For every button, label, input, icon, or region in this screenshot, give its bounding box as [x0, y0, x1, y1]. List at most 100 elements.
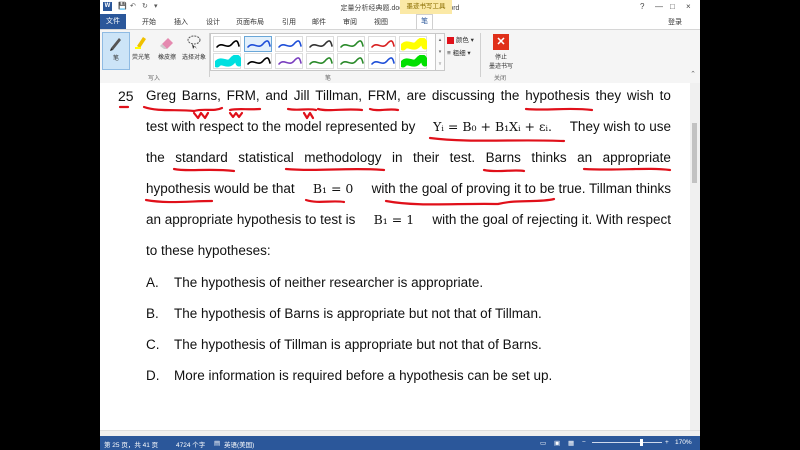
stem-word: their: [412, 150, 440, 165]
stem-word: standard: [175, 150, 228, 165]
print-layout-icon[interactable]: ▣: [554, 439, 560, 447]
stem-line-4-text-a: hypothesis would be that: [146, 181, 295, 196]
regression-equation: Yᵢ = B₀ + B₁Xᵢ + εᵢ.: [433, 119, 552, 134]
select-objects-button[interactable]: 选择对象: [180, 32, 208, 68]
stem-word: FRM,: [367, 88, 401, 103]
tab-review[interactable]: 审阅: [343, 17, 357, 27]
pen-preset[interactable]: [368, 53, 396, 69]
document-page[interactable]: 25 Greg Barns, FRM, and Jill Tillman, FRM, are d…: [118, 83, 690, 430]
stem-word: Tillman,: [315, 88, 362, 103]
help-icon[interactable]: ?: [640, 2, 644, 11]
zoom-out-icon[interactable]: −: [582, 439, 586, 446]
pen-preset[interactable]: [306, 53, 334, 69]
minimize-icon[interactable]: —: [655, 2, 663, 11]
vertical-ruler: [100, 83, 119, 430]
pen-preset[interactable]: [399, 36, 427, 52]
null-hypothesis-tillman: B₁ = 1: [373, 212, 415, 227]
tab-home[interactable]: 开始: [142, 17, 156, 27]
stem-word: hypothesis: [525, 88, 590, 103]
color-dropdown[interactable]: 颜色 ▾: [447, 34, 474, 44]
stem-word: the: [500, 88, 520, 103]
tab-design[interactable]: 设计: [206, 17, 220, 27]
stem-line-4-text-b: with the goal of proving it to be true. …: [371, 181, 671, 196]
ink-stroke: [286, 107, 318, 112]
pen-preset[interactable]: [275, 36, 303, 52]
web-layout-icon[interactable]: ▦: [568, 439, 574, 447]
maximize-icon[interactable]: □: [670, 2, 675, 11]
proofing-icon[interactable]: ▤: [214, 439, 220, 447]
stem-word: are: [406, 88, 427, 103]
group-label-close: 关闭: [494, 76, 507, 82]
close-icon[interactable]: ×: [686, 2, 691, 11]
option-letter: B.: [146, 306, 159, 321]
pen-preset[interactable]: [337, 53, 365, 69]
group-label-write: 写入: [148, 76, 161, 82]
zoom-in-icon[interactable]: +: [665, 439, 669, 446]
pen-preset[interactable]: [306, 36, 334, 52]
option-text: The hypothesis of Barns is appropriate b…: [174, 306, 542, 321]
login-link[interactable]: 登录: [668, 17, 682, 27]
ink-stroke: [304, 198, 346, 204]
option-a[interactable]: A. The hypothesis of neither researcher i…: [146, 273, 483, 293]
pen-preset[interactable]: [213, 36, 241, 52]
tab-layout[interactable]: 页面布局: [236, 17, 264, 27]
zoom-slider-thumb[interactable]: [640, 439, 643, 446]
pen-preset[interactable]: [244, 36, 272, 52]
option-text: More information is required before a hy…: [174, 368, 553, 383]
vertical-scrollbar[interactable]: [689, 83, 700, 430]
pen-gallery-scroll[interactable]: ▴ ▾ ▿: [435, 33, 445, 71]
tab-references[interactable]: 引用: [282, 17, 296, 27]
stem-word: and: [265, 88, 288, 103]
pen-stroke-icon: [216, 40, 240, 48]
select-objects-label: 选择对象: [181, 55, 206, 61]
pen-stroke-icon: [215, 55, 241, 68]
collapse-ribbon-icon[interactable]: ⌃: [690, 70, 696, 78]
zoom-level[interactable]: 170%: [675, 439, 692, 446]
word-count[interactable]: 4724 个字: [176, 439, 205, 449]
option-text: The hypothesis of neither researcher is …: [174, 275, 484, 290]
pen-icon: [110, 38, 121, 51]
scrollbar-thumb[interactable]: [692, 123, 697, 183]
stem-line-4: hypothesis would be that B₁ = 0 with the…: [146, 179, 671, 199]
stem-word: they: [595, 88, 622, 103]
ink-stroke: [144, 198, 214, 204]
option-d[interactable]: D. More information is required before a …: [146, 366, 552, 386]
zoom-slider[interactable]: [592, 442, 662, 443]
pen-preset[interactable]: [368, 36, 396, 52]
read-mode-icon[interactable]: ▭: [540, 439, 546, 447]
tab-file[interactable]: 文件: [100, 14, 126, 29]
tab-mailings[interactable]: 邮件: [312, 17, 326, 27]
pen-preset[interactable]: [213, 53, 241, 69]
stop-inking-button[interactable]: ✕ 停止 墨迹书写: [484, 32, 518, 70]
option-letter: C.: [146, 337, 160, 352]
ink-tools-context-tab: 墨迹书写工具: [400, 0, 452, 14]
eraser-tool-button[interactable]: 橡皮擦: [154, 32, 180, 68]
stem-line-5-text-a: an appropriate hypothesis to test is: [146, 212, 356, 227]
pen-preset[interactable]: [275, 53, 303, 69]
pen-tool-button[interactable]: 笔: [102, 32, 130, 70]
page-count[interactable]: 第 25 页，共 41 页: [104, 439, 158, 449]
pen-preset[interactable]: [337, 36, 365, 52]
pen-stroke-icon: [309, 40, 333, 48]
pen-stroke-icon: [309, 57, 333, 65]
stem-word: FRM,: [226, 88, 260, 103]
null-hypothesis-barns: B₁ = 0: [312, 181, 354, 196]
ink-stroke: [142, 105, 224, 113]
pen-preset[interactable]: [399, 53, 427, 69]
option-c[interactable]: C. The hypothesis of Tillman is appropria…: [146, 335, 542, 355]
tab-pen[interactable]: 笔: [416, 14, 433, 29]
tab-insert[interactable]: 插入: [174, 17, 188, 27]
language-indicator[interactable]: 英语(美国): [224, 439, 254, 449]
stem-word: statistical: [238, 150, 294, 165]
stem-line-2: test with respect to the model represent…: [146, 117, 671, 137]
stem-word: Jill: [293, 88, 310, 103]
eraser-tool-label: 橡皮擦: [157, 55, 176, 61]
thickness-dropdown[interactable]: ≡ 粗细 ▾: [447, 47, 471, 57]
lasso-select-icon: [187, 35, 201, 49]
pen-gallery: [210, 33, 436, 71]
stem-line-3: the standard statistical methodology in their…: [146, 148, 671, 168]
pen-preset[interactable]: [244, 53, 272, 69]
tab-view[interactable]: 视图: [374, 17, 388, 27]
highlighter-tool-button[interactable]: 荧光笔: [128, 32, 154, 68]
option-b[interactable]: B. The hypothesis of Barns is appropriate…: [146, 304, 542, 324]
